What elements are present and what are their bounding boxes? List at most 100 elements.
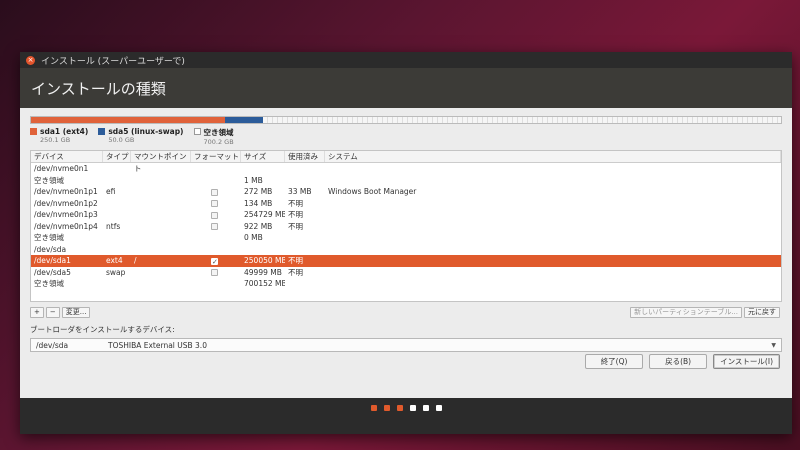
- usage-segment-ext4: [31, 117, 225, 123]
- cell-used: 不明: [288, 198, 303, 208]
- format-checkbox[interactable]: [211, 257, 218, 265]
- cell-used: [285, 175, 325, 187]
- cell-format: [191, 255, 241, 267]
- cell-type: [103, 175, 131, 187]
- cell-size: 1 MB: [244, 175, 263, 185]
- page-header: インストールの種類: [20, 68, 792, 108]
- cell-used: 不明: [288, 210, 303, 219]
- cell-system: [325, 209, 781, 221]
- format-checkbox[interactable]: [211, 211, 218, 219]
- legend-item: sda5 (linux-swap) 50.0 GB: [98, 127, 184, 146]
- table-row[interactable]: /dev/nvme0n1p2 134 MB 不明: [31, 198, 781, 210]
- usage-segment-swap: [224, 117, 264, 123]
- cell-mount: [131, 209, 191, 221]
- cell-used: [285, 232, 325, 244]
- cell-type: [103, 278, 131, 290]
- partition-legend: sda1 (ext4) 250.1 GB sda5 (linux-swap) 5…: [30, 127, 782, 146]
- table-row[interactable]: 空き領域 1 MB: [31, 175, 781, 187]
- bootloader-device: /dev/sda: [36, 340, 69, 350]
- cell-format: [191, 221, 241, 233]
- format-checkbox[interactable]: [211, 200, 218, 207]
- cell-device: 空き領域: [34, 233, 64, 242]
- cell-size: 922 MB: [244, 221, 273, 231]
- cell-used: 33 MB: [288, 187, 312, 196]
- revert-button[interactable]: 元に戻す: [744, 306, 780, 318]
- table-group-row[interactable]: /dev/sda: [31, 244, 781, 256]
- table-row[interactable]: 空き領域 700152 MB: [31, 278, 781, 290]
- partition-table: デバイス タイプ マウントポイント フォーマット サイズ 使用済み システム /…: [30, 150, 782, 302]
- cell-size: 700152 MB: [244, 279, 285, 288]
- table-header: デバイス タイプ マウントポイント フォーマット サイズ 使用済み システム: [31, 151, 781, 173]
- cell-used: [285, 278, 325, 290]
- cell-system: [325, 232, 781, 244]
- column-header-system[interactable]: システム: [325, 151, 781, 162]
- close-icon[interactable]: ×: [26, 55, 35, 65]
- cell-type: ntfs: [106, 221, 121, 231]
- cell-mount: [131, 175, 191, 187]
- legend-name: sda1 (ext4): [40, 127, 89, 136]
- cell-mount: [131, 186, 191, 198]
- cell-system: [325, 221, 781, 233]
- bootloader-label: ブートローダをインストールするデバイス:: [30, 325, 175, 334]
- disk-usage-bar: [30, 116, 782, 124]
- cell-system: [325, 175, 781, 187]
- legend-size: 700.2 GB: [203, 138, 234, 146]
- table-row[interactable]: /dev/nvme0n1p1 efi 272 MB 33 MB Windows Boot…: [31, 186, 781, 198]
- cell-device: /dev/nvme0n1p4: [34, 221, 98, 231]
- cell-system: [325, 267, 781, 279]
- cell-format: [191, 186, 241, 198]
- legend-item: sda1 (ext4) 250.1 GB: [30, 127, 88, 146]
- column-header-type[interactable]: タイプ: [103, 151, 131, 162]
- progress-dot: [396, 405, 403, 411]
- cell-device: /dev/sda1: [34, 256, 71, 265]
- add-partition-button[interactable]: +: [30, 306, 44, 318]
- column-header-size[interactable]: サイズ: [241, 151, 285, 162]
- cell-mount: [131, 198, 191, 210]
- cell-format: [191, 198, 241, 210]
- back-button[interactable]: 戻る(B): [649, 354, 708, 369]
- cell-system: [325, 278, 781, 290]
- cell-size: 254729 MB: [244, 210, 285, 219]
- column-header-format[interactable]: フォーマット: [191, 151, 241, 162]
- quit-button[interactable]: 終了(Q): [585, 354, 644, 369]
- progress-dots: [20, 405, 792, 411]
- table-row[interactable]: /dev/nvme0n1p4 ntfs 922 MB 不明: [31, 221, 781, 233]
- remove-partition-button[interactable]: −: [45, 306, 60, 318]
- legend-swatch: [193, 128, 201, 135]
- usage-segment-free: [263, 117, 781, 123]
- new-partition-table-button[interactable]: 新しいパーティションテーブル...: [630, 306, 742, 318]
- cell-size: 272 MB: [244, 187, 273, 196]
- column-header-device[interactable]: デバイス: [31, 151, 103, 162]
- legend-item: 空き領域 700.2 GB: [193, 127, 234, 146]
- cell-type: ext4: [106, 256, 123, 265]
- table-row[interactable]: 空き領域 0 MB: [31, 232, 781, 244]
- cell-device: /dev/sda5: [34, 267, 71, 277]
- bootloader-device-select[interactable]: /dev/sda TOSHIBA External USB 3.0 ▼: [30, 338, 782, 352]
- progress-dot: [370, 405, 377, 411]
- cell-mount: [131, 278, 191, 290]
- legend-name: 空き領域: [203, 128, 234, 137]
- install-button[interactable]: インストール(I): [713, 354, 780, 369]
- cell-type: efi: [106, 187, 116, 196]
- action-buttons: 終了(Q) 戻る(B) インストール(I): [579, 354, 780, 369]
- partition-toolbar: + − 変更... 新しいパーティションテーブル... 元に戻す: [30, 306, 782, 318]
- cell-mount: [131, 267, 191, 279]
- cell-format: [191, 175, 241, 187]
- column-header-used[interactable]: 使用済み: [285, 151, 325, 162]
- format-checkbox[interactable]: [211, 223, 218, 230]
- legend-size: 250.1 GB: [40, 136, 71, 144]
- table-row[interactable]: /dev/sda1 ext4 / 250050 MB不明: [31, 255, 781, 267]
- cell-system: Windows Boot Manager: [328, 187, 417, 196]
- format-checkbox[interactable]: [211, 188, 218, 196]
- table-group-row[interactable]: /dev/nvme0n1: [31, 163, 781, 175]
- cell-mount: [131, 221, 191, 233]
- column-header-mount[interactable]: マウントポイント: [131, 151, 191, 173]
- table-row[interactable]: /dev/nvme0n1p3 254729 MB 不明: [31, 209, 781, 221]
- cell-size: 134 MB: [244, 198, 273, 208]
- device-group-label: /dev/sda: [34, 244, 67, 254]
- change-partition-button[interactable]: 変更...: [61, 306, 91, 318]
- title-bar: × インストール (スーパーユーザーで): [20, 52, 792, 68]
- dropdown-arrow-icon: ▼: [771, 341, 776, 349]
- format-checkbox[interactable]: [211, 269, 218, 276]
- table-row[interactable]: /dev/sda5 swap 49999 MB 不明: [31, 267, 781, 279]
